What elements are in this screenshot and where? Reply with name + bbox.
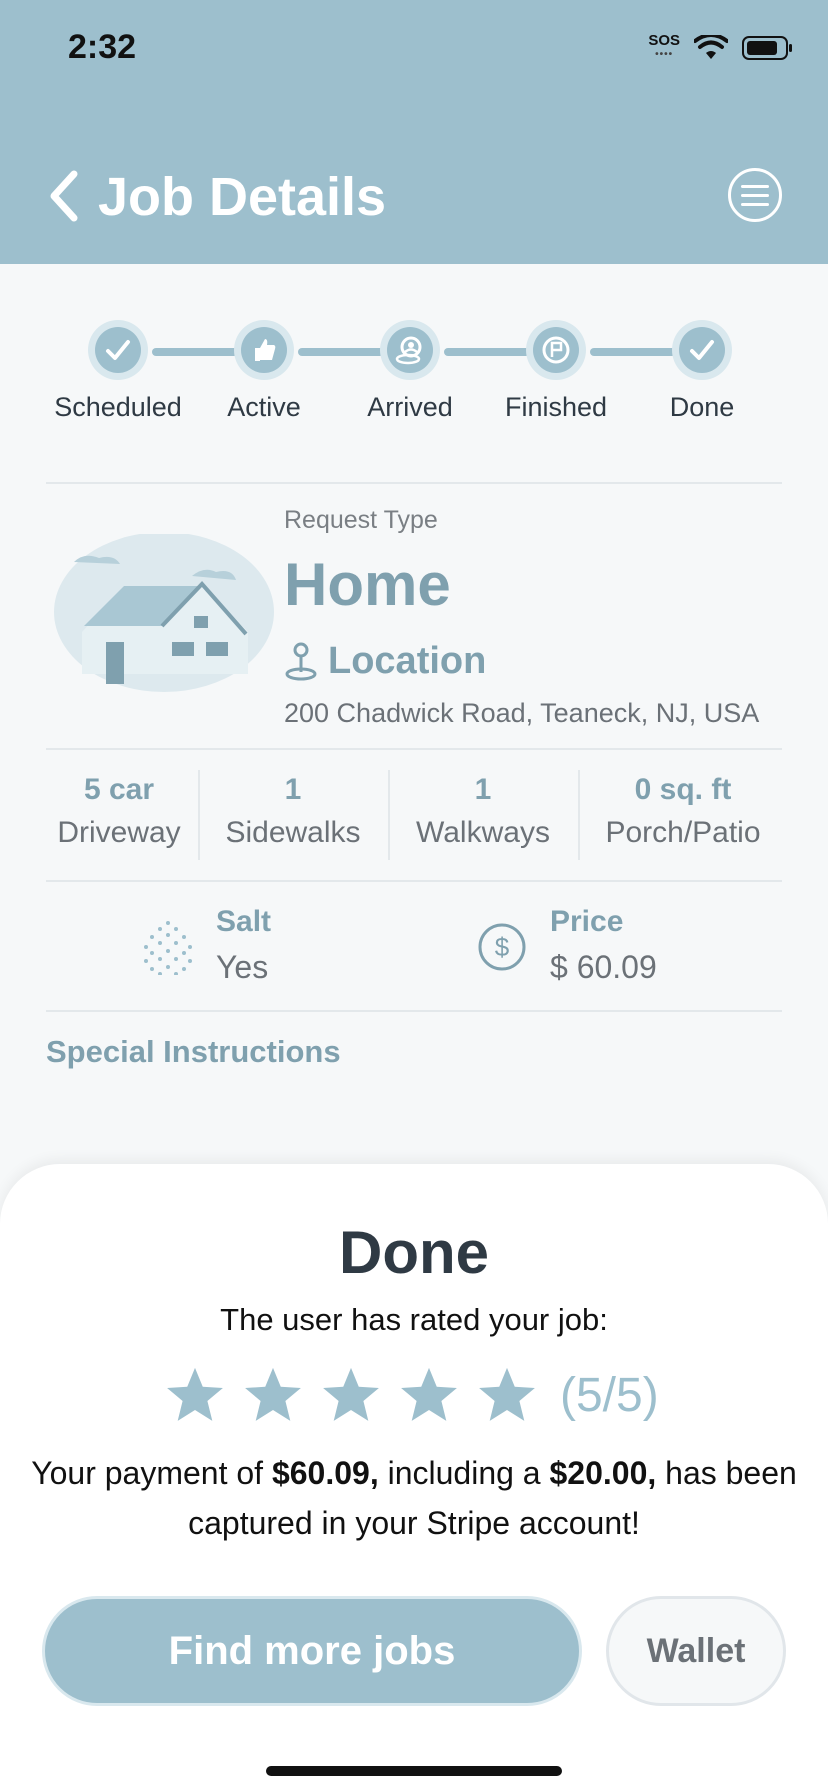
stat-value: 5 car — [83, 773, 155, 806]
stat-sidewalks: 1 Sidewalks — [198, 770, 388, 860]
wifi-icon — [694, 35, 728, 59]
divider — [46, 1010, 782, 1012]
stat-label: Sidewalks — [225, 816, 361, 849]
stat-value: 1 — [474, 773, 492, 806]
battery-icon — [742, 36, 792, 60]
stat-walkways: 1 Walkways — [388, 770, 578, 860]
divider — [46, 482, 782, 484]
payment-amount: $60.09, — [271, 1455, 379, 1491]
sos-indicator: SOS •••• — [648, 32, 680, 60]
star-icon — [245, 1367, 301, 1421]
check-icon — [690, 340, 714, 360]
menu-button[interactable] — [728, 168, 782, 222]
special-instructions-label: Special Instructions — [46, 1034, 341, 1069]
sheet-title: Done — [339, 1219, 489, 1286]
stat-label: Walkways — [416, 816, 550, 849]
location-pin-icon — [285, 642, 317, 680]
step-finished: Finished — [486, 320, 626, 423]
stat-value: 0 sq. ft — [634, 773, 732, 806]
salt-icon — [144, 921, 192, 975]
stat-driveway: 5 car Driveway — [40, 770, 198, 860]
home-indicator[interactable] — [266, 1766, 562, 1776]
star-icon — [479, 1367, 535, 1421]
salt-label: Salt — [216, 905, 272, 938]
dollar-icon: $ — [478, 923, 526, 971]
stat-porch-patio: 0 sq. ft Porch/Patio — [578, 770, 788, 860]
menu-icon-bar — [741, 184, 769, 188]
step-arrived: Arrived — [340, 320, 480, 423]
step-label: Active — [227, 392, 301, 422]
payment-middle: including a — [378, 1455, 550, 1491]
svg-text:$: $ — [495, 932, 510, 962]
step-done: Done — [632, 320, 772, 423]
request-type-value: Home — [284, 551, 451, 618]
star-icon — [401, 1367, 457, 1421]
price-label: Price — [550, 905, 624, 938]
wallet-button[interactable]: Wallet — [606, 1596, 786, 1706]
stat-label: Driveway — [57, 816, 181, 849]
header-bar: 2:32 SOS •••• Job Details — [0, 0, 828, 264]
step-label: Finished — [504, 392, 608, 422]
back-arrow-icon[interactable] — [44, 168, 82, 224]
step-label: Arrived — [367, 392, 453, 422]
request-type-label: Request Type — [284, 506, 438, 534]
find-more-jobs-button[interactable]: Find more jobs — [42, 1596, 582, 1706]
stat-label: Porch/Patio — [605, 816, 761, 849]
progress-steps: Scheduled Active Arrived Finished Done — [40, 320, 788, 423]
star-icon — [167, 1367, 223, 1421]
status-time: 2:32 — [68, 28, 137, 66]
star-icon — [323, 1367, 379, 1421]
rating-text: (5/5) — [560, 1368, 659, 1422]
rating-stars: (5/5) — [164, 1364, 659, 1426]
job-stats: 5 car Driveway 1 Sidewalks 1 Walkways 0 … — [40, 770, 788, 860]
thumbs-up-icon — [255, 339, 276, 361]
check-icon — [106, 340, 130, 360]
location-label: Location — [328, 640, 487, 682]
price-info: $ Price $ 60.09 — [476, 902, 657, 992]
flag-icon — [542, 336, 570, 364]
location-row: Location — [284, 640, 486, 683]
status-icons: SOS •••• — [648, 32, 794, 62]
house-illustration — [54, 534, 274, 692]
stat-value: 1 — [284, 773, 302, 806]
page-title: Job Details — [98, 167, 387, 227]
price-value: $ 60.09 — [550, 949, 657, 985]
rating-subtitle: The user has rated your job: — [220, 1302, 608, 1337]
divider — [46, 748, 782, 750]
step-label: Done — [669, 392, 735, 422]
menu-icon-bar — [741, 202, 769, 206]
divider — [46, 880, 782, 882]
salt-info: Salt Yes — [142, 902, 271, 992]
salt-value: Yes — [216, 949, 269, 985]
person-pin-icon — [395, 336, 422, 365]
step-scheduled: Scheduled — [48, 320, 188, 423]
step-label: Scheduled — [54, 392, 182, 422]
payment-prefix: Your payment of — [31, 1455, 272, 1491]
payment-message: Your payment of $60.09, including a $20.… — [30, 1448, 798, 1548]
address-text: 200 Chadwick Road, Teaneck, NJ, USA — [284, 698, 760, 728]
step-active: Active — [194, 320, 334, 423]
payment-tip: $20.00, — [549, 1455, 657, 1491]
menu-icon-bar — [741, 193, 769, 197]
